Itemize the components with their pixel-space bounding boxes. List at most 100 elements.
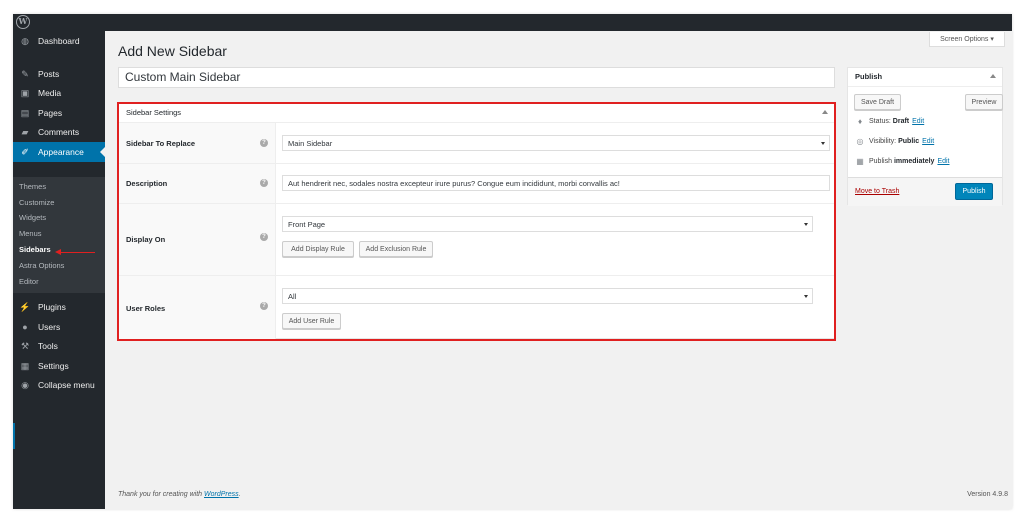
wrench-icon: ⚒ xyxy=(20,340,30,351)
help-icon[interactable]: ? xyxy=(260,139,268,147)
menu-label: Tools xyxy=(38,341,58,351)
menu-users[interactable]: ● Users xyxy=(13,317,105,337)
schedule-label: Publish xyxy=(869,158,892,165)
wordpress-logo-icon[interactable]: W xyxy=(16,15,30,29)
visibility-label: Visibility: xyxy=(869,138,897,145)
menu-comments[interactable]: ▰ Comments xyxy=(13,122,105,142)
menu-pages[interactable]: ▤ Pages xyxy=(13,103,105,123)
sidebar-settings-box: Sidebar Settings Sidebar To Replace ? Ma… xyxy=(118,103,835,340)
caret-down-icon xyxy=(804,223,808,226)
menu-label: Plugins xyxy=(38,302,66,312)
menu-settings[interactable]: ▦ Settings xyxy=(13,356,105,376)
admin-sidebar: ◍ Dashboard ✎ Posts ▣ Media ▤ Pages ▰ Comment… xyxy=(13,31,105,509)
collapse-menu[interactable]: ◉ Collapse menu xyxy=(13,375,105,395)
menu-label: Settings xyxy=(38,361,69,371)
submenu-editor[interactable]: Editor xyxy=(19,277,39,286)
collapse-toggle-icon[interactable] xyxy=(822,110,828,114)
menu-tools[interactable]: ⚒ Tools xyxy=(13,336,105,356)
select-value: Front Page xyxy=(288,219,326,229)
save-draft-button[interactable]: Save Draft xyxy=(854,94,901,110)
menu-label: Posts xyxy=(38,69,60,79)
edit-visibility-link[interactable]: Edit xyxy=(922,138,934,145)
submenu-menus[interactable]: Menus xyxy=(19,229,42,238)
caret-down-icon: ▾ xyxy=(990,36,994,43)
brush-icon: ✐ xyxy=(21,146,29,157)
menu-appearance[interactable]: ✐ Appearance xyxy=(13,142,105,162)
settings-icon: ▦ xyxy=(20,360,30,371)
submenu-themes[interactable]: Themes xyxy=(19,182,46,191)
menu-plugins[interactable]: ⚡ Plugins xyxy=(13,297,105,317)
media-icon: ▣ xyxy=(20,87,30,98)
collapse-toggle-icon[interactable] xyxy=(990,74,996,78)
user-icon: ● xyxy=(22,322,28,332)
page-title: Add New Sidebar xyxy=(118,43,227,59)
menu-media[interactable]: ▣ Media xyxy=(13,83,105,103)
admin-bar: W xyxy=(13,14,1012,31)
wordpress-link[interactable]: WordPress xyxy=(204,491,239,498)
publish-header[interactable]: Publish xyxy=(848,68,1002,87)
move-to-trash-link[interactable]: Move to Trash xyxy=(855,188,899,195)
box-header[interactable]: Sidebar Settings xyxy=(119,104,834,123)
menu-label: Comments xyxy=(38,127,80,137)
menu-dashboard[interactable]: ◍ Dashboard xyxy=(13,31,105,51)
menu-label: Collapse menu xyxy=(38,380,95,390)
scroll-indicator xyxy=(13,423,15,449)
active-indicator xyxy=(100,147,105,157)
submenu-astra-options[interactable]: Astra Options xyxy=(19,261,64,270)
status-label: Status: xyxy=(869,118,891,125)
schedule-row: ▦ Publish immediately Edit xyxy=(855,157,949,166)
footer-period: . xyxy=(238,491,241,498)
sidebar-title-input[interactable]: Custom Main Sidebar xyxy=(118,67,835,88)
screen-options-button[interactable]: Screen Options ▾ xyxy=(929,32,1005,47)
caret-down-icon xyxy=(821,142,825,145)
roles-select[interactable]: All xyxy=(282,288,813,304)
preview-button[interactable]: Preview xyxy=(965,94,1003,110)
menu-posts[interactable]: ✎ Posts xyxy=(13,64,105,84)
replace-select[interactable]: Main Sidebar xyxy=(282,135,830,151)
calendar-icon: ▦ xyxy=(856,157,864,166)
add-user-rule-button[interactable]: Add User Rule xyxy=(282,313,341,329)
publish-title: Publish xyxy=(855,72,883,81)
submenu-sidebars[interactable]: Sidebars xyxy=(19,245,51,254)
dashboard-icon: ◍ xyxy=(21,35,29,46)
description-label: Description xyxy=(126,179,168,188)
publish-button[interactable]: Publish xyxy=(955,183,993,200)
replace-label: Sidebar To Replace xyxy=(126,139,196,148)
schedule-value: immediately xyxy=(893,158,935,165)
annotation-arrow-line xyxy=(59,252,95,253)
select-value: Main Sidebar xyxy=(288,138,333,148)
help-icon[interactable]: ? xyxy=(260,179,268,187)
status-row: ♦ Status: Draft Edit xyxy=(855,117,924,126)
plug-icon: ⚡ xyxy=(19,301,31,312)
menu-label: Users xyxy=(38,322,61,332)
menu-label: Media xyxy=(38,88,62,98)
screen-options-label: Screen Options xyxy=(940,35,989,43)
menu-label: Pages xyxy=(38,108,63,118)
publish-box: Publish Save Draft Preview ♦ Status: Dra… xyxy=(847,67,1003,206)
annotation-arrow-head xyxy=(55,249,61,255)
submenu-customize[interactable]: Customize xyxy=(19,198,54,207)
select-value: All xyxy=(288,291,297,301)
pages-icon: ▤ xyxy=(20,107,30,118)
description-input[interactable]: Aut hendrerit nec, sodales nostra except… xyxy=(282,175,830,191)
help-icon[interactable]: ? xyxy=(260,302,268,310)
menu-label: Appearance xyxy=(38,147,84,157)
pin-icon: ✎ xyxy=(21,68,29,79)
display-label: Display On xyxy=(126,235,166,244)
roles-label: User Roles xyxy=(126,304,166,313)
version-text: Version 4.9.8 xyxy=(967,491,1008,498)
visibility-row: ◎ Visibility: Public Edit xyxy=(855,137,935,146)
visibility-value: Public xyxy=(898,138,920,145)
footer-credit: Thank you for creating with WordPress. xyxy=(118,491,241,498)
appearance-submenu: Themes Customize Widgets Menus Sidebars … xyxy=(13,177,105,293)
pin-icon: ♦ xyxy=(857,117,863,126)
edit-schedule-link[interactable]: Edit xyxy=(937,158,949,165)
display-select[interactable]: Front Page xyxy=(282,216,813,232)
add-exclusion-rule-button[interactable]: Add Exclusion Rule xyxy=(359,241,433,257)
add-display-rule-button[interactable]: Add Display Rule xyxy=(282,241,354,257)
submenu-widgets[interactable]: Widgets xyxy=(19,213,46,222)
help-icon[interactable]: ? xyxy=(260,233,268,241)
box-title: Sidebar Settings xyxy=(126,108,182,117)
edit-status-link[interactable]: Edit xyxy=(912,118,924,125)
menu-label: Dashboard xyxy=(38,36,80,46)
